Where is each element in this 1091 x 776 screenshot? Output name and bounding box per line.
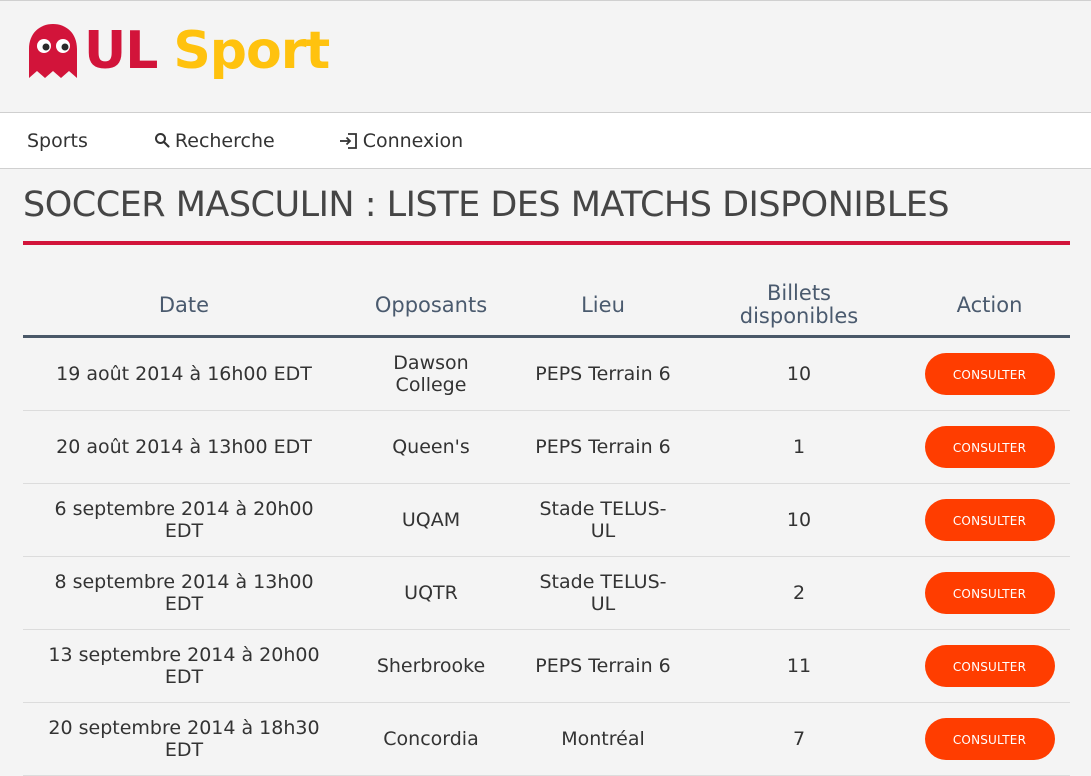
venue-line1: Stade TELUS- [539,498,667,520]
search-icon [154,133,170,148]
header-date: Date [23,275,345,338]
cell-opponents: Queen's [345,410,517,484]
cell-tickets: 2 [689,556,909,630]
cell-venue: Stade TELUS- UL [517,556,689,630]
date-line1: 19 août 2014 à 16h00 EDT [56,363,312,385]
date-line1: 20 août 2014 à 13h00 EDT [56,436,312,458]
nav-login-link[interactable]: Connexion [339,129,464,152]
site-header: UL Sport [0,0,1091,113]
main-content: SOCCER MASCULIN : LISTE DES MATCHS DISPO… [0,169,1091,776]
date-line1: 8 septembre 2014 à 13h00 [54,571,314,593]
date-line1: 20 septembre 2014 à 18h30 [48,717,320,739]
cell-venue: Stade TELUS- UL [517,483,689,557]
cell-venue: PEPS Terrain 6 [517,410,689,484]
table-header: Date Opposants Lieu Billets disponibles … [23,275,1070,338]
cell-opponents: Sherbrooke [345,629,517,703]
venue-line1: PEPS Terrain 6 [535,436,671,458]
cell-date: 20 août 2014 à 13h00 EDT [23,410,345,484]
table-row: 13 septembre 2014 à 20h00 EDT Sherbrooke … [23,629,1070,703]
cell-date: 6 septembre 2014 à 20h00 EDT [23,483,345,557]
date-line2: EDT [164,739,204,761]
cell-date: 20 septembre 2014 à 18h30 EDT [23,702,345,776]
venue-line2: UL [590,520,616,542]
cell-tickets: 7 [689,702,909,776]
opp-line1: Dawson [393,352,469,374]
logo-text-ul: UL [84,21,158,81]
opp-line2: College [395,374,467,396]
consult-button[interactable]: Consulter [924,426,1055,468]
cell-venue: PEPS Terrain 6 [517,336,689,411]
date-line1: 6 septembre 2014 à 20h00 [54,498,314,520]
header-tickets-line1: Billets [766,281,831,305]
consult-button[interactable]: Consulter [924,353,1055,395]
venue-line1: Montréal [561,728,645,750]
cell-action: Consulter [909,629,1070,703]
ghost-icon [29,24,77,78]
header-opponents: Opposants [345,275,517,338]
nav-sports-link[interactable]: Sports [27,130,88,152]
nav-search-link[interactable]: Recherche [154,130,275,152]
opp-line1: UQTR [404,582,458,604]
main-nav: Sports Recherche Connexion [0,113,1091,169]
cell-tickets: 10 [689,483,909,557]
cell-tickets: 1 [689,410,909,484]
venue-line1: PEPS Terrain 6 [535,655,671,677]
cell-opponents: UQTR [345,556,517,630]
venue-line1: Stade TELUS- [539,571,667,593]
header-action: Action [909,275,1070,338]
cell-action: Consulter [909,336,1070,411]
opp-line1: UQAM [401,509,461,531]
nav-search-label: Recherche [174,129,275,152]
opp-line1: Queen's [392,436,470,458]
nav-sports-label: Sports [27,129,88,152]
cell-opponents: Concordia [345,702,517,776]
table-row: 20 août 2014 à 13h00 EDT Queen's PEPS Te… [23,410,1070,484]
date-line1: 13 septembre 2014 à 20h00 [48,644,320,666]
consult-button[interactable]: Consulter [924,572,1055,614]
venue-line1: PEPS Terrain 6 [535,363,671,385]
cell-opponents: UQAM [345,483,517,557]
cell-action: Consulter [909,702,1070,776]
cell-opponents: Dawson College [345,336,517,411]
header-tickets: Billets disponibles [689,275,909,338]
site-logo[interactable]: UL Sport [26,16,330,86]
cell-tickets: 10 [689,336,909,411]
table-row: 8 septembre 2014 à 13h00 EDT UQTR Stade T… [23,556,1070,630]
cell-venue: Montréal [517,702,689,776]
table-body: 19 août 2014 à 16h00 EDT Dawson College P… [23,336,1070,776]
venue-line2: UL [590,593,616,615]
cell-action: Consulter [909,410,1070,484]
cell-action: Consulter [909,483,1070,557]
cell-date: 19 août 2014 à 16h00 EDT [23,336,345,411]
date-line2: EDT [164,666,204,688]
logo-text-sport: Sport [173,21,330,81]
header-tickets-line2: disponibles [739,304,859,328]
cell-action: Consulter [909,556,1070,630]
cell-date: 8 septembre 2014 à 13h00 EDT [23,556,345,630]
date-line2: EDT [164,520,204,542]
matches-table: Date Opposants Lieu Billets disponibles … [23,275,1070,776]
opp-line1: Sherbrooke [376,655,486,677]
consult-button[interactable]: Consulter [924,718,1055,760]
consult-button[interactable]: Consulter [924,499,1055,541]
table-row: 19 août 2014 à 16h00 EDT Dawson College P… [23,336,1070,411]
opp-line1: Concordia [383,728,479,750]
login-icon [339,132,357,149]
consult-button[interactable]: Consulter [924,645,1055,687]
cell-venue: PEPS Terrain 6 [517,629,689,703]
table-row: 6 septembre 2014 à 20h00 EDT UQAM Stade T… [23,483,1070,557]
table-row: 20 septembre 2014 à 18h30 EDT Concordia M… [23,702,1070,776]
header-venue: Lieu [517,275,689,338]
cell-tickets: 11 [689,629,909,703]
cell-date: 13 septembre 2014 à 20h00 EDT [23,629,345,703]
nav-login-label: Connexion [362,129,464,152]
date-line2: EDT [164,593,204,615]
page-title: SOCCER MASCULIN : LISTE DES MATCHS DISPO… [23,169,1070,245]
